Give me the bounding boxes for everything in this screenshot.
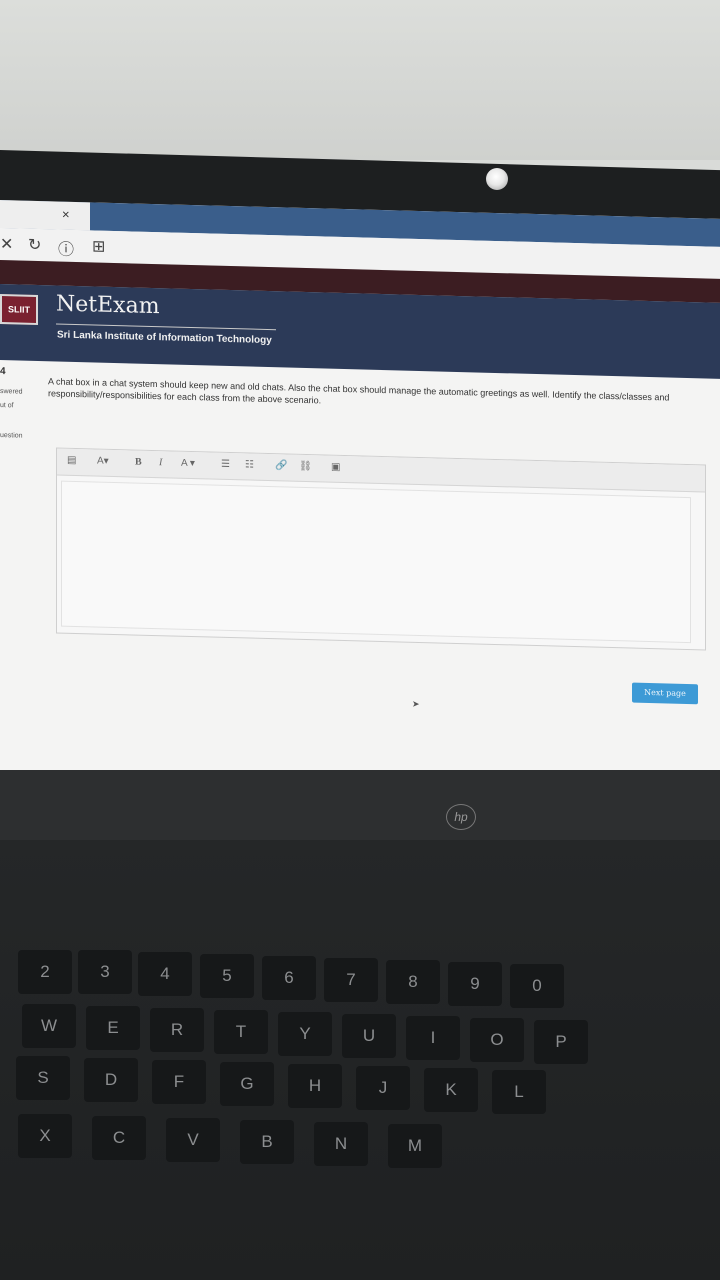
- netexam-title: NetExam: [56, 291, 160, 320]
- laptop-hinge: [0, 770, 720, 840]
- stop-icon[interactable]: ✕: [0, 234, 13, 254]
- italic-button[interactable]: I: [159, 457, 162, 468]
- paragraph-style-dropdown[interactable]: A▾: [97, 456, 109, 467]
- keyboard-key: 6: [262, 956, 316, 1000]
- institute-name: Sri Lanka Institute of Information Techn…: [57, 329, 272, 347]
- keyboard-key: H: [288, 1064, 342, 1108]
- keyboard-key: T: [214, 1010, 268, 1054]
- page-action-icon[interactable]: ⊞: [92, 236, 105, 256]
- keyboard-key: O: [470, 1018, 524, 1062]
- keyboard-key: V: [166, 1118, 220, 1162]
- keyboard-key: U: [342, 1014, 396, 1058]
- keyboard-key: S: [16, 1056, 70, 1100]
- question-number: 4: [0, 366, 6, 378]
- keyboard-key: 3: [78, 950, 132, 994]
- image-icon[interactable]: ▣: [331, 462, 340, 473]
- mouse-cursor-icon: ➤: [412, 698, 420, 709]
- status-label: swered: [0, 388, 23, 396]
- reload-icon[interactable]: ↻: [28, 235, 41, 255]
- keyboard-key: 9: [448, 962, 502, 1006]
- keyboard-key: W: [22, 1004, 76, 1048]
- keyboard-key: J: [356, 1066, 410, 1110]
- numbered-list-icon[interactable]: ☷: [245, 459, 254, 470]
- toolbar-toggle-icon[interactable]: ▤: [67, 455, 76, 466]
- keyboard-key: L: [492, 1070, 546, 1114]
- question-text: A chat box in a chat system should keep …: [48, 376, 670, 406]
- keyboard-key: 0: [510, 964, 564, 1008]
- unlink-icon[interactable]: ⛓: [299, 461, 312, 472]
- browser-tab[interactable]: ×: [0, 200, 90, 231]
- tab-close-icon[interactable]: ×: [62, 207, 70, 222]
- keyboard-key: G: [220, 1062, 274, 1106]
- keyboard-key: E: [86, 1006, 140, 1050]
- bullet-list-icon[interactable]: ☰: [221, 459, 230, 470]
- title-divider: [56, 323, 276, 331]
- keyboard-key: 8: [386, 960, 440, 1004]
- keyboard-key: B: [240, 1120, 294, 1164]
- answer-text-area[interactable]: [61, 480, 691, 644]
- hp-logo: hp: [446, 804, 476, 830]
- keyboard-key: K: [424, 1068, 478, 1112]
- keyboard-key: M: [388, 1124, 442, 1168]
- bold-button[interactable]: B: [135, 457, 142, 468]
- question-info-panel: 4 swered ut of uestion: [0, 366, 40, 440]
- keyboard-key: 4: [138, 952, 192, 996]
- keyboard-key: P: [534, 1020, 588, 1064]
- keyboard-key: C: [92, 1116, 146, 1160]
- keyboard-key: I: [406, 1016, 460, 1060]
- sliit-logo: SLIIT: [0, 294, 38, 325]
- keyboard-key: N: [314, 1122, 368, 1166]
- wall-background: [0, 0, 720, 160]
- keyboard-key: 5: [200, 954, 254, 998]
- webcam: [486, 168, 508, 190]
- answer-editor: ▤ A▾ B I A ▾ ☰ ☷ 🔗 ⛓ ▣: [56, 447, 706, 651]
- keyboard-key: R: [150, 1008, 204, 1052]
- keyboard-key: 7: [324, 958, 378, 1002]
- font-color-dropdown[interactable]: A ▾: [181, 458, 195, 469]
- link-icon[interactable]: 🔗: [275, 460, 287, 471]
- keyboard-key: 2: [18, 950, 72, 994]
- keyboard-key: X: [18, 1114, 72, 1158]
- keyboard-key: Y: [278, 1012, 332, 1056]
- marks-label: ut of: [0, 402, 14, 410]
- flag-question-link[interactable]: uestion: [0, 432, 23, 440]
- laptop-screen: × ✕ ↻ ⓘ ⊞ SLIIT NetExam Sri Lanka Instit…: [0, 200, 720, 819]
- keyboard-key: D: [84, 1058, 138, 1102]
- keyboard-key: F: [152, 1060, 206, 1104]
- site-info-icon[interactable]: ⓘ: [58, 236, 74, 260]
- next-page-button[interactable]: Next page: [632, 682, 698, 705]
